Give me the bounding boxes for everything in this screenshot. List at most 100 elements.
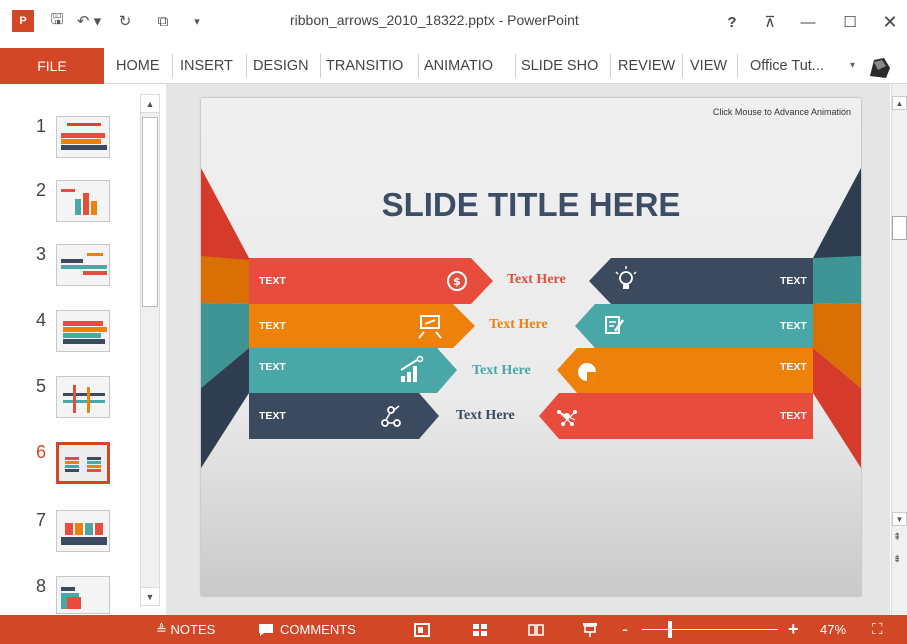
tab-insert[interactable]: INSERT (180, 48, 242, 84)
tab-slideshow[interactable]: SLIDE SHO (521, 48, 607, 84)
slide-thumbnail-3[interactable] (56, 244, 110, 286)
scroll-down-icon[interactable]: ▼ (141, 587, 159, 605)
zoom-slider[interactable] (642, 629, 778, 630)
tab-transitions[interactable]: TRANSITIO (326, 48, 414, 84)
avatar[interactable] (866, 54, 894, 80)
left-bar-label-4[interactable]: TEXT (259, 410, 286, 422)
user-account[interactable]: Office Tut... (750, 48, 824, 84)
scroll-thumb[interactable] (142, 117, 158, 307)
ribbon-tabs: FILE HOME INSERT DESIGN TRANSITIO ANIMAT… (0, 44, 907, 84)
slide-sorter-button[interactable] (472, 615, 488, 644)
tab-animations[interactable]: ANIMATIO (424, 48, 512, 84)
minimize-button[interactable]: — (796, 10, 820, 34)
tab-separator (682, 54, 683, 78)
left-bar-label-2[interactable]: TEXT (259, 320, 286, 332)
tab-design[interactable]: DESIGN (253, 48, 317, 84)
left-bar-label-1[interactable]: TEXT (259, 275, 286, 287)
chevron-down-icon[interactable]: ▾ (850, 60, 855, 71)
document-title: ribbon_arrows_2010_18322.pptx - PowerPoi… (290, 12, 579, 28)
tab-separator (172, 54, 173, 78)
slide-scrollbar[interactable]: ▲ ▼ ⇞ ⇟ (891, 84, 907, 615)
undo-icon[interactable]: ↶ ▾ (76, 10, 102, 32)
comment-icon (259, 623, 273, 636)
next-slide-icon[interactable]: ⇟ (893, 554, 901, 565)
tab-separator (246, 54, 247, 78)
right-bar-label-3[interactable]: TEXT (780, 361, 807, 373)
slide-editing-area: $ Click Mouse to Advance Animation SLIDE… (166, 84, 890, 615)
workspace: 1 2 3 4 5 6 7 8 ▲ ▼ $ Click Mouse to Adv… (0, 84, 907, 615)
tab-separator (418, 54, 419, 78)
comments-label: COMMENTS (280, 622, 356, 637)
animation-hint: Click Mouse to Advance Animation (712, 107, 851, 117)
right-bar-label-4[interactable]: TEXT (780, 410, 807, 422)
zoom-slider-knob[interactable] (668, 621, 672, 638)
slide-thumbnail-7[interactable] (56, 510, 110, 552)
start-slideshow-icon[interactable]: ⧉ (150, 10, 176, 32)
slide-sorter-icon (473, 623, 487, 636)
title-bar: P 🖫 ↶ ▾ ↻ ⧉ ▾ ribbon_arrows_2010_18322.p… (0, 0, 907, 44)
slideshow-icon (583, 622, 597, 637)
reading-view-button[interactable] (528, 615, 544, 644)
customize-qat-icon[interactable]: ▾ (190, 10, 204, 32)
ribbon-arrows-graphic: $ (201, 168, 861, 468)
tab-file[interactable]: FILE (0, 48, 104, 84)
center-text-3[interactable]: Text Here (472, 363, 531, 379)
thumbnail-number: 3 (36, 244, 47, 264)
tab-review[interactable]: REVIEW (618, 48, 678, 84)
slide-title[interactable]: SLIDE TITLE HERE (201, 186, 861, 224)
slide-thumbnail-5[interactable] (56, 376, 110, 418)
ribbon-display-options-button[interactable]: ⊼ (758, 10, 782, 34)
notes-button[interactable]: ≜ NOTES (156, 615, 215, 644)
zoom-in-button[interactable]: + (788, 615, 799, 644)
right-arrow-4 (539, 393, 813, 439)
close-button[interactable]: ✕ (878, 10, 902, 34)
left-bar-label-3[interactable]: TEXT (259, 361, 286, 373)
right-bar-label-2[interactable]: TEXT (780, 320, 807, 332)
fit-to-window-icon[interactable]: ⛶ (872, 615, 883, 644)
status-bar: ≜ NOTES COMMENTS - + 47% ⛶ (0, 615, 907, 644)
powerpoint-logo-icon: P (12, 10, 34, 32)
slide-thumbnail-1[interactable] (56, 116, 110, 158)
zoom-level[interactable]: 47% (820, 615, 846, 644)
help-button[interactable]: ? (720, 10, 744, 34)
tab-separator (515, 54, 516, 78)
svg-text:$: $ (453, 275, 461, 288)
scroll-thumb[interactable] (892, 216, 907, 240)
comments-button[interactable]: COMMENTS (258, 615, 356, 644)
redo-icon[interactable]: ↻ (116, 10, 134, 32)
slide-thumbnail-6-selected[interactable] (56, 442, 110, 484)
pie-chart-icon (578, 363, 596, 381)
tab-home[interactable]: HOME (116, 48, 168, 84)
slide-canvas[interactable]: $ Click Mouse to Advance Animation SLIDE… (201, 98, 861, 596)
tab-separator (610, 54, 611, 78)
thumbnail-number: 7 (36, 510, 47, 530)
previous-slide-icon[interactable]: ⇞ (893, 532, 901, 543)
normal-view-button[interactable] (414, 615, 430, 644)
scroll-up-icon[interactable]: ▲ (141, 95, 159, 113)
tab-view[interactable]: VIEW (690, 48, 734, 84)
thumbnail-number: 2 (36, 180, 47, 200)
center-text-2[interactable]: Text Here (489, 317, 548, 333)
slide-thumbnail-8[interactable] (56, 576, 110, 614)
thumbnail-number: 1 (36, 116, 47, 136)
maximize-button[interactable]: ☐ (838, 10, 862, 34)
normal-view-icon (414, 622, 430, 637)
scroll-down-icon[interactable]: ▼ (892, 512, 907, 526)
reading-view-icon (528, 623, 544, 636)
center-text-1[interactable]: Text Here (507, 272, 566, 288)
slide-thumbnail-4[interactable] (56, 310, 110, 352)
center-text-4[interactable]: Text Here (456, 408, 515, 424)
slide-thumbnail-pane: 1 2 3 4 5 6 7 8 ▲ ▼ (0, 84, 164, 615)
scroll-up-icon[interactable]: ▲ (892, 96, 907, 110)
powerpoint-window: P 🖫 ↶ ▾ ↻ ⧉ ▾ ribbon_arrows_2010_18322.p… (0, 0, 907, 644)
thumbnail-number: 8 (36, 576, 47, 596)
thumbnail-number: 4 (36, 310, 47, 330)
save-icon[interactable]: 🖫 (46, 10, 68, 32)
zoom-out-button[interactable]: - (622, 615, 628, 644)
tab-separator (737, 54, 738, 78)
thumbnail-number: 5 (36, 376, 47, 396)
slideshow-button[interactable] (582, 615, 598, 644)
right-bar-label-1[interactable]: TEXT (780, 275, 807, 287)
slide-thumbnail-2[interactable] (56, 180, 110, 222)
thumbnail-scrollbar[interactable]: ▲ ▼ (140, 94, 160, 606)
